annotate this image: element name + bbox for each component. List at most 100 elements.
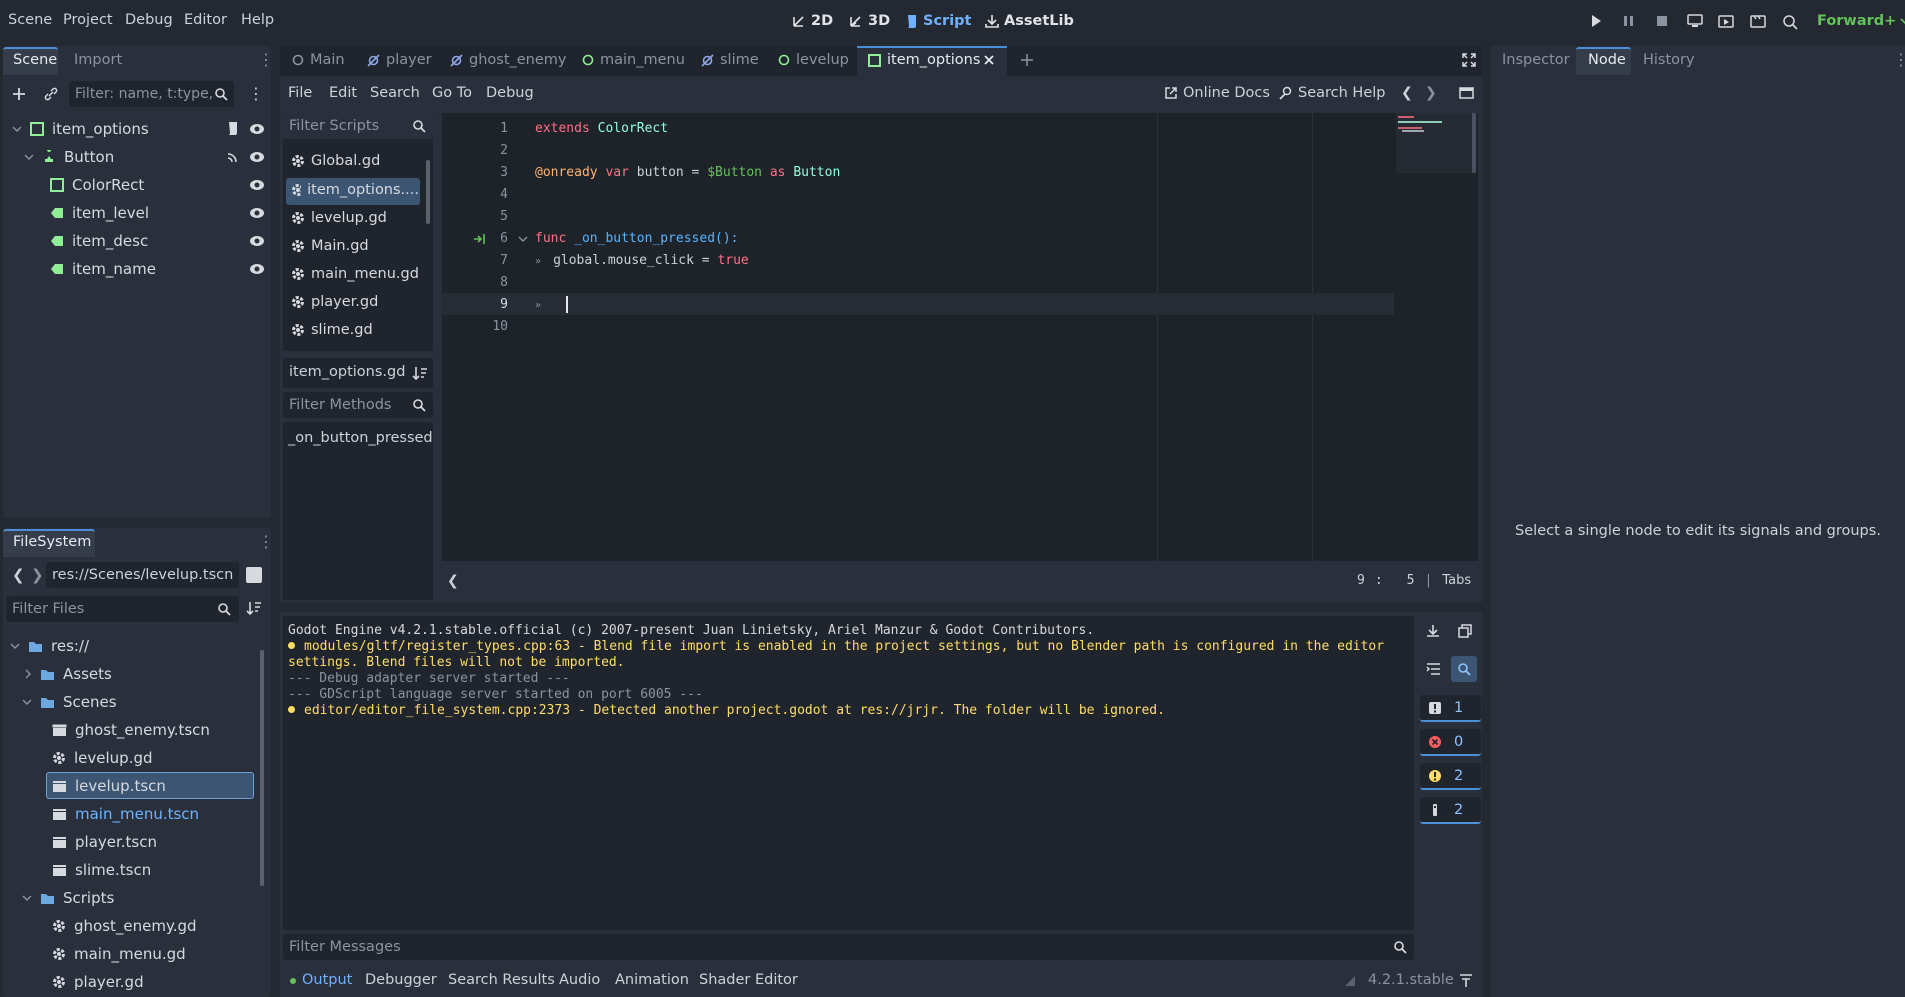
- workspace-2d[interactable]: 2D: [792, 13, 833, 29]
- history-back-icon[interactable]: ❮: [1401, 85, 1413, 101]
- tab-player[interactable]: player: [367, 48, 432, 72]
- menu-project[interactable]: Project: [63, 12, 113, 28]
- version-label[interactable]: 4.2.1.stable: [1368, 972, 1454, 988]
- tab-slime[interactable]: slime: [701, 48, 759, 72]
- bottom-tab-search-results[interactable]: Search Results: [448, 972, 555, 988]
- tab-main-menu[interactable]: main_menu: [582, 48, 685, 72]
- copy-button[interactable]: [1458, 624, 1472, 638]
- pin-bottom-panel-button[interactable]: [1459, 974, 1473, 988]
- tab-filesystem[interactable]: FileSystem: [13, 534, 91, 550]
- scroll-to-bottom-button[interactable]: [1426, 624, 1440, 638]
- online-docs-button[interactable]: Online Docs: [1164, 85, 1270, 101]
- script-item-levelup[interactable]: levelup.gd: [287, 206, 419, 230]
- new-scene-tab-button[interactable]: [1020, 53, 1034, 67]
- fs-item-res-root[interactable]: res://: [10, 634, 89, 658]
- tree-item-colorrect[interactable]: ColorRect: [50, 173, 268, 197]
- play-current-scene-button[interactable]: [1718, 14, 1734, 28]
- collapse-button[interactable]: [1426, 662, 1441, 676]
- bottom-tab-debugger[interactable]: Debugger: [365, 972, 437, 988]
- fs-item-player-gd[interactable]: player.gd: [52, 970, 144, 994]
- pause-button[interactable]: [1622, 14, 1636, 28]
- filter-messages-input[interactable]: Filter Messages: [283, 934, 1414, 960]
- toggle-files-panel-button[interactable]: [1459, 86, 1474, 100]
- fs-item-player-tscn[interactable]: player.tscn: [52, 830, 157, 854]
- remote-debug-button[interactable]: [1687, 14, 1703, 28]
- tab-import[interactable]: Import: [74, 52, 122, 68]
- tab-scene[interactable]: Scene: [13, 52, 57, 68]
- menu-scene[interactable]: Scene: [8, 12, 52, 28]
- tab-item-options[interactable]: item_options: [868, 48, 980, 72]
- toggle-split-mode-icon[interactable]: [246, 567, 262, 583]
- scripts-scrollbar[interactable]: [426, 160, 430, 224]
- workspace-3d[interactable]: 3D: [849, 13, 890, 29]
- dock-menu-icon[interactable]: ⋮: [258, 50, 274, 69]
- renderer-select[interactable]: Forward+: [1817, 13, 1905, 29]
- distraction-free-button[interactable]: [1462, 53, 1476, 67]
- sort-icon[interactable]: [412, 366, 427, 381]
- forward-arrow-icon[interactable]: ❯: [31, 566, 44, 584]
- tree-item-item-desc[interactable]: item_desc: [50, 229, 268, 253]
- bottom-tab-audio[interactable]: Audio: [559, 972, 600, 988]
- menu-editor[interactable]: Editor: [184, 12, 227, 28]
- scene-options-icon[interactable]: ⋮: [248, 84, 264, 103]
- bottom-tab-animation[interactable]: Animation: [615, 972, 689, 988]
- close-tab-button[interactable]: [983, 54, 995, 66]
- bottom-tab-output[interactable]: Output: [302, 972, 352, 988]
- fs-item-main-menu-tscn[interactable]: main_menu.tscn: [52, 802, 199, 826]
- instance-scene-button[interactable]: [43, 86, 59, 102]
- fold-chevron-icon[interactable]: [518, 235, 528, 243]
- signal-connection-icon[interactable]: [473, 233, 487, 245]
- fs-item-main-menu-gd[interactable]: main_menu.gd: [52, 942, 186, 966]
- filter-scripts-input[interactable]: Filter Scripts: [283, 113, 433, 139]
- filter-files-input[interactable]: Filter Files: [6, 596, 239, 622]
- script-item-main-menu[interactable]: main_menu.gd: [287, 262, 419, 286]
- script-menu-edit[interactable]: Edit: [329, 85, 357, 101]
- tree-item-item-level[interactable]: item_level: [50, 201, 268, 225]
- messages-filter-toggle[interactable]: 1: [1420, 695, 1481, 722]
- tab-levelup[interactable]: levelup: [778, 48, 849, 72]
- editor-messages-filter-toggle[interactable]: 2: [1420, 797, 1481, 824]
- fs-item-levelup-gd[interactable]: levelup.gd: [52, 746, 153, 770]
- fs-item-assets[interactable]: Assets: [24, 662, 112, 686]
- method-item[interactable]: _on_button_pressed: [288, 430, 433, 446]
- play-button[interactable]: [1589, 14, 1603, 28]
- movie-maker-button[interactable]: [1782, 14, 1798, 30]
- filter-methods-input[interactable]: Filter Methods: [283, 392, 433, 418]
- tab-inspector[interactable]: Inspector: [1502, 52, 1570, 68]
- fs-item-scenes[interactable]: Scenes: [22, 690, 117, 714]
- dock-menu-icon[interactable]: ⋮: [1893, 50, 1905, 69]
- script-menu-debug[interactable]: Debug: [486, 85, 534, 101]
- filesystem-scrollbar[interactable]: [260, 650, 264, 886]
- script-item-global[interactable]: Global.gd: [287, 149, 419, 173]
- workspace-script[interactable]: Script: [905, 13, 971, 29]
- script-menu-search[interactable]: Search: [370, 85, 420, 101]
- code-editor[interactable]: [442, 113, 1478, 561]
- bottom-tab-shader-editor[interactable]: Shader Editor: [699, 972, 798, 988]
- tab-main[interactable]: Main: [292, 48, 345, 72]
- fs-item-scripts[interactable]: Scripts: [22, 886, 114, 910]
- sort-button[interactable]: [246, 600, 262, 616]
- script-item-main[interactable]: Main.gd: [287, 234, 419, 258]
- add-node-button[interactable]: [11, 86, 27, 102]
- workspace-assetlib[interactable]: AssetLib: [985, 13, 1074, 29]
- fs-item-ghost-enemy-tscn[interactable]: ghost_enemy.tscn: [52, 718, 210, 742]
- tree-item-item-options[interactable]: item_options: [12, 117, 268, 141]
- script-menu-goto[interactable]: Go To: [432, 85, 472, 101]
- code-scrollbar[interactable]: [1472, 113, 1476, 173]
- history-forward-icon[interactable]: ❯: [1425, 85, 1437, 101]
- script-item-slime[interactable]: slime.gd: [287, 318, 419, 342]
- script-item-item-options[interactable]: item_options....: [287, 178, 419, 202]
- minimap[interactable]: [1396, 113, 1476, 173]
- back-arrow-icon[interactable]: ❮: [12, 566, 25, 584]
- stop-button[interactable]: [1655, 14, 1669, 28]
- dock-menu-icon[interactable]: ⋮: [258, 532, 274, 551]
- tab-history[interactable]: History: [1643, 52, 1695, 68]
- errors-filter-toggle[interactable]: 0: [1420, 729, 1481, 756]
- warnings-filter-toggle[interactable]: 2: [1420, 763, 1481, 790]
- menu-help[interactable]: Help: [241, 12, 274, 28]
- search-help-button[interactable]: Search Help: [1279, 85, 1385, 101]
- tab-node[interactable]: Node: [1588, 52, 1626, 68]
- fs-item-slime-tscn[interactable]: slime.tscn: [52, 858, 151, 882]
- toggle-scripts-panel-icon[interactable]: ❮: [447, 573, 459, 589]
- menu-debug[interactable]: Debug: [125, 12, 173, 28]
